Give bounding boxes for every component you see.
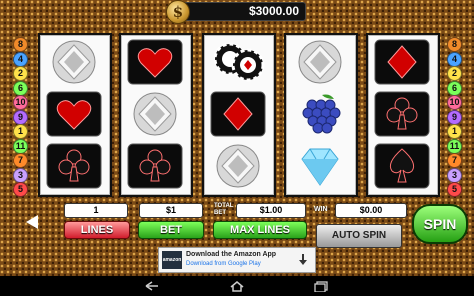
- bet-button[interactable]: BET: [138, 221, 204, 239]
- reel-4: [284, 33, 358, 197]
- back-icon[interactable]: [144, 280, 160, 292]
- recent-apps-icon[interactable]: [313, 280, 329, 292]
- home-icon[interactable]: [229, 280, 245, 292]
- back-arrow-icon[interactable]: [22, 212, 42, 232]
- heart-card-icon: [127, 39, 183, 85]
- payline-marker[interactable]: 10: [447, 95, 462, 110]
- club-card-icon: [46, 143, 102, 189]
- ad-banner[interactable]: amazon Download the Amazon App Download …: [158, 247, 316, 273]
- payline-marker[interactable]: 3: [13, 167, 28, 183]
- club-card-icon: [374, 91, 430, 137]
- reel-1: [38, 33, 112, 197]
- payline-marker[interactable]: 8: [13, 37, 28, 52]
- total-bet-label: TOTAL BET: [214, 203, 234, 216]
- payline-marker[interactable]: 11: [447, 138, 462, 154]
- payline-marker[interactable]: 9: [447, 109, 462, 125]
- payline-marker[interactable]: 1: [13, 124, 28, 139]
- payline-marker[interactable]: 10: [13, 95, 28, 110]
- payline-marker[interactable]: 4: [13, 51, 28, 67]
- max-lines-button[interactable]: MAX LINES: [213, 221, 307, 239]
- payline-marker[interactable]: 2: [13, 66, 28, 81]
- payline-marker[interactable]: 2: [447, 66, 462, 81]
- payline-marker[interactable]: 4: [447, 51, 462, 67]
- win-value: $0.00: [335, 203, 407, 218]
- amazon-logo: amazon: [162, 251, 182, 269]
- payline-marker[interactable]: 9: [13, 109, 28, 125]
- ad-title: Download the Amazon App: [186, 251, 277, 258]
- payline-marker[interactable]: 6: [13, 80, 28, 96]
- lines-value: 1: [64, 203, 128, 218]
- blue-diamond-icon: [292, 143, 348, 189]
- payline-marker[interactable]: 1: [447, 124, 462, 139]
- diamond-card-icon: [374, 39, 430, 85]
- poker-chips-icon: [210, 39, 266, 85]
- diamond-gem-icon: [292, 39, 348, 85]
- diamond-card-icon: [210, 91, 266, 137]
- spin-button[interactable]: SPIN: [412, 204, 468, 244]
- auto-spin-label: AUTO SPIN: [331, 230, 387, 241]
- payline-marker[interactable]: 11: [13, 138, 28, 154]
- coin-icon: $: [166, 0, 190, 24]
- balance-display: $3000.00: [176, 2, 306, 21]
- spade-card-icon: [374, 143, 430, 189]
- lines-button[interactable]: LINES: [64, 221, 130, 239]
- auto-spin-button[interactable]: AUTO SPIN: [316, 224, 402, 248]
- payline-marker[interactable]: 6: [447, 80, 462, 96]
- heart-card-icon: [46, 91, 102, 137]
- payline-marker[interactable]: 7: [447, 153, 462, 168]
- diamond-gem-icon: [46, 39, 102, 85]
- payline-marker[interactable]: 5: [447, 182, 462, 197]
- payline-marker[interactable]: 3: [447, 167, 462, 183]
- reel-3: [202, 33, 276, 197]
- download-icon: [299, 254, 307, 265]
- bet-value: $1: [139, 203, 203, 218]
- ad-subtitle: Download from Google Play: [186, 261, 261, 267]
- diamond-gem-icon: [127, 91, 183, 137]
- reel-5: [366, 33, 440, 197]
- payline-marker[interactable]: 5: [13, 182, 28, 197]
- reel-2: [119, 33, 193, 197]
- balance-amount: $3000.00: [248, 4, 299, 18]
- payline-marker[interactable]: 8: [447, 37, 462, 52]
- club-card-icon: [127, 143, 183, 189]
- diamond-gem-icon: [210, 143, 266, 189]
- total-bet-value: $1.00: [236, 203, 306, 218]
- grapes-icon: [292, 91, 348, 137]
- payline-marker[interactable]: 7: [13, 153, 28, 168]
- win-label: WIN: [314, 206, 328, 213]
- android-navigation-bar: [0, 276, 474, 296]
